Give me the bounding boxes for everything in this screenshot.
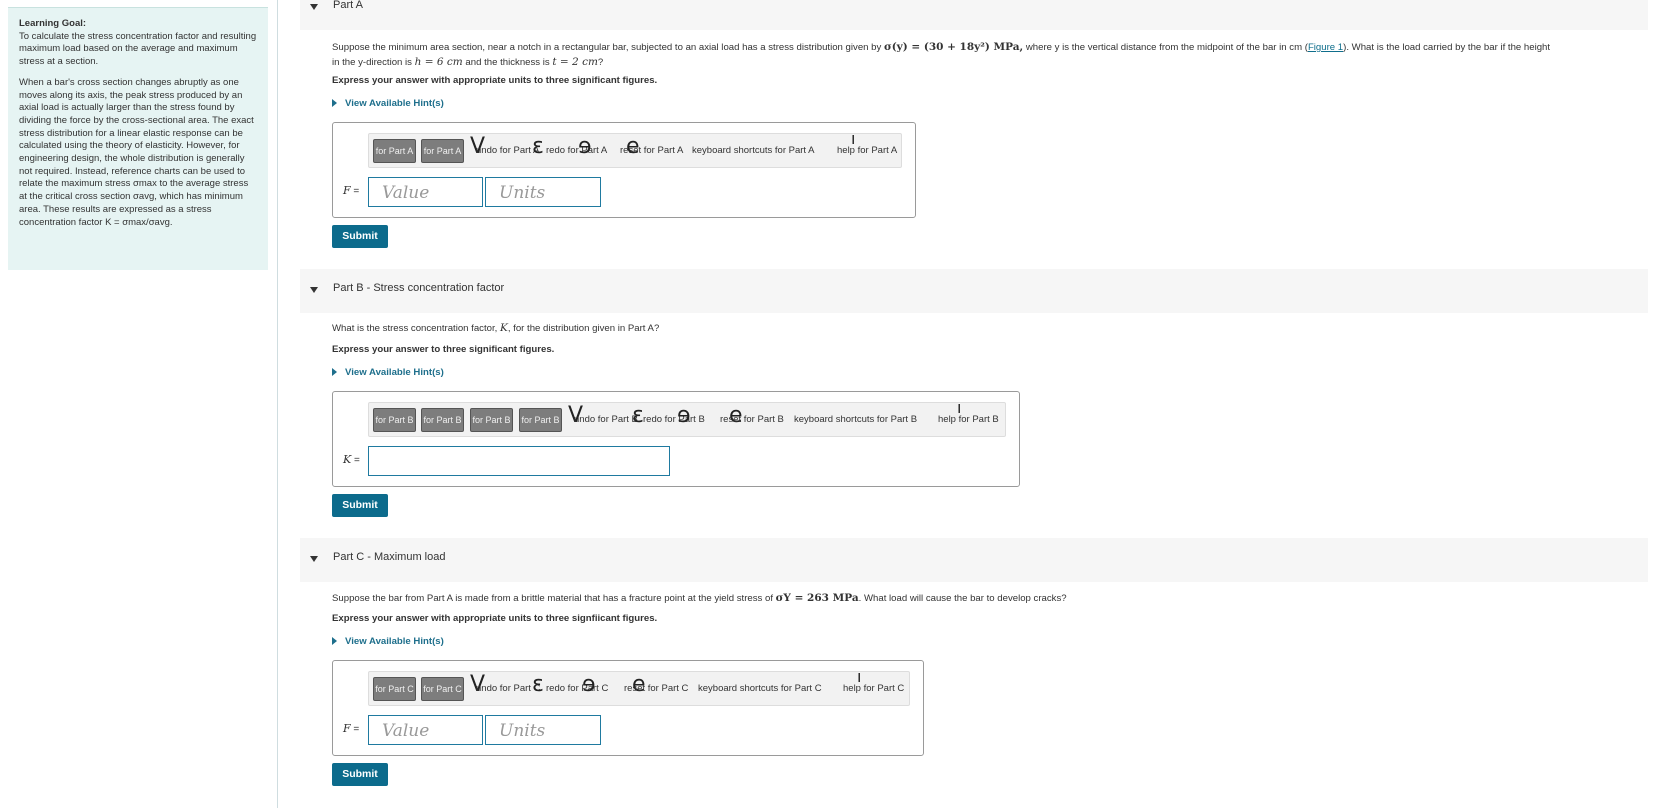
- learning-goal-panel: Learning Goal: To calculate the stress c…: [8, 7, 268, 270]
- question-text: in the y-direction is: [332, 57, 412, 68]
- template-button[interactable]: for Part C: [373, 677, 416, 701]
- value-input[interactable]: Value: [368, 177, 483, 207]
- caret-right-icon: [332, 368, 337, 376]
- reset-button[interactable]: reset for Part A: [620, 145, 683, 156]
- reset-button[interactable]: reset for Part B: [720, 414, 784, 425]
- caret-right-icon: [332, 99, 337, 107]
- part-b-toolbar: for Part B for Part B for Part B for Par…: [368, 398, 1006, 437]
- redo-button[interactable]: redo for Part B: [643, 414, 705, 425]
- reset-icon: ɘ: [578, 134, 592, 159]
- caret-down-icon: [310, 556, 318, 562]
- undo-button[interactable]: undo for Part A: [476, 145, 539, 156]
- template-button[interactable]: for Part B: [373, 408, 416, 432]
- part-a-title: Part A: [333, 0, 363, 11]
- question-text: What is the stress concentration factor,: [332, 323, 498, 334]
- question-text: , for the distribution given in Part A?: [507, 323, 660, 334]
- help-button[interactable]: help for Part C: [843, 683, 904, 694]
- learning-goal-title: Learning Goal:: [19, 18, 87, 29]
- redo-icon: ɛ: [532, 672, 544, 697]
- value-input[interactable]: Value: [368, 715, 483, 745]
- part-c-title: Part C - Maximum load: [333, 551, 446, 563]
- units-input[interactable]: Units: [485, 177, 601, 207]
- height-value: h = 6 cm: [414, 56, 463, 68]
- question-text: where y is the vertical distance from th…: [1025, 42, 1308, 53]
- template-button[interactable]: for Part B: [421, 408, 464, 432]
- k-symbol: K: [499, 322, 508, 334]
- part-a-hint-link[interactable]: View Available Hint(s): [332, 98, 444, 109]
- variable-label: F =: [343, 184, 360, 197]
- question-text: Suppose the bar from Part A is made from…: [332, 593, 773, 604]
- units-input[interactable]: Units: [485, 715, 601, 745]
- figure-link[interactable]: Figure 1: [1308, 42, 1343, 53]
- part-b-submit-button[interactable]: Submit: [332, 494, 388, 517]
- variable-label: K =: [343, 453, 360, 466]
- hint-label: View Available Hint(s): [345, 367, 444, 378]
- template-button[interactable]: for Part B: [470, 408, 513, 432]
- part-b-hint-link[interactable]: View Available Hint(s): [332, 367, 444, 378]
- redo-icon: ɛ: [532, 134, 544, 159]
- template-button[interactable]: for Part A: [421, 139, 464, 163]
- part-a-question: Suppose the minimum area section, near a…: [332, 40, 1550, 70]
- stress-formula: σ(y) = (30 + 18y²) MPa,: [883, 41, 1024, 53]
- question-text: Suppose the minimum area section, near a…: [332, 42, 882, 53]
- part-b-header[interactable]: Part B - Stress concentration factor: [300, 269, 1648, 313]
- part-c-toolbar: for Part C for Part C V undo for Part C …: [368, 667, 910, 706]
- part-a-toolbar: for Part A for Part A V undo for Part A …: [368, 129, 902, 168]
- part-b-answer-box: for Part B for Part B for Part B for Par…: [332, 391, 1020, 487]
- part-a-instruction: Express your answer with appropriate uni…: [332, 75, 658, 86]
- keyboard-shortcuts-button[interactable]: keyboard shortcuts for Part C: [698, 683, 822, 694]
- part-c-answer-box: for Part C for Part C V undo for Part C …: [332, 660, 924, 756]
- answer-input[interactable]: [368, 446, 670, 476]
- thickness-value: t = 2 cm: [552, 56, 598, 68]
- question-text: and the thickness is: [465, 57, 550, 68]
- keyboard-shortcuts-button[interactable]: keyboard shortcuts for Part B: [794, 414, 917, 425]
- question-text: ?: [597, 57, 604, 68]
- reset-icon: ɘ: [582, 672, 596, 697]
- part-b-question: What is the stress concentration factor,…: [332, 321, 659, 336]
- keyboard-shortcuts-button[interactable]: keyboard shortcuts for Part A: [692, 145, 815, 156]
- redo-button[interactable]: redo for Part C: [546, 683, 608, 694]
- part-c-question: Suppose the bar from Part A is made from…: [332, 591, 1067, 606]
- part-b-instruction: Express your answer to three significant…: [332, 344, 555, 355]
- part-c-header[interactable]: Part C - Maximum load: [300, 538, 1648, 582]
- part-a-header[interactable]: Part A: [300, 0, 1648, 30]
- help-button[interactable]: help for Part A: [837, 145, 897, 156]
- caret-down-icon: [310, 287, 318, 293]
- reset-icon: ɘ: [677, 403, 691, 428]
- help-button[interactable]: help for Part B: [938, 414, 999, 425]
- template-button[interactable]: for Part B: [519, 408, 562, 432]
- part-b-title: Part B - Stress concentration factor: [333, 282, 505, 294]
- part-c-submit-button[interactable]: Submit: [332, 763, 388, 786]
- undo-button[interactable]: undo for Part C: [476, 683, 540, 694]
- question-text: ). What is the load carried by the bar i…: [1343, 42, 1551, 53]
- learning-goal-body: When a bar's cross section changes abrup…: [19, 76, 254, 228]
- caret-right-icon: [332, 637, 337, 645]
- part-c-instruction: Express your answer with appropriate uni…: [332, 613, 658, 624]
- hint-label: View Available Hint(s): [345, 636, 444, 647]
- redo-button[interactable]: redo for Part A: [546, 145, 607, 156]
- learning-goal-text: To calculate the stress concentration fa…: [19, 30, 257, 68]
- undo-button[interactable]: undo for Part B: [574, 414, 638, 425]
- question-text: . What load will cause the bar to develo…: [858, 593, 1067, 604]
- part-a-answer-box: for Part A for Part A V undo for Part A …: [332, 122, 916, 218]
- reset-button[interactable]: reset for Part C: [624, 683, 688, 694]
- yield-stress-value: σY = 263 MPa: [775, 592, 859, 604]
- variable-label: F =: [343, 722, 360, 735]
- caret-down-icon: [310, 4, 318, 10]
- divider: [277, 0, 278, 808]
- template-button[interactable]: for Part A: [373, 139, 416, 163]
- hint-label: View Available Hint(s): [345, 98, 444, 109]
- part-a-submit-button[interactable]: Submit: [332, 225, 388, 248]
- part-c-hint-link[interactable]: View Available Hint(s): [332, 636, 444, 647]
- template-button[interactable]: for Part C: [421, 677, 464, 701]
